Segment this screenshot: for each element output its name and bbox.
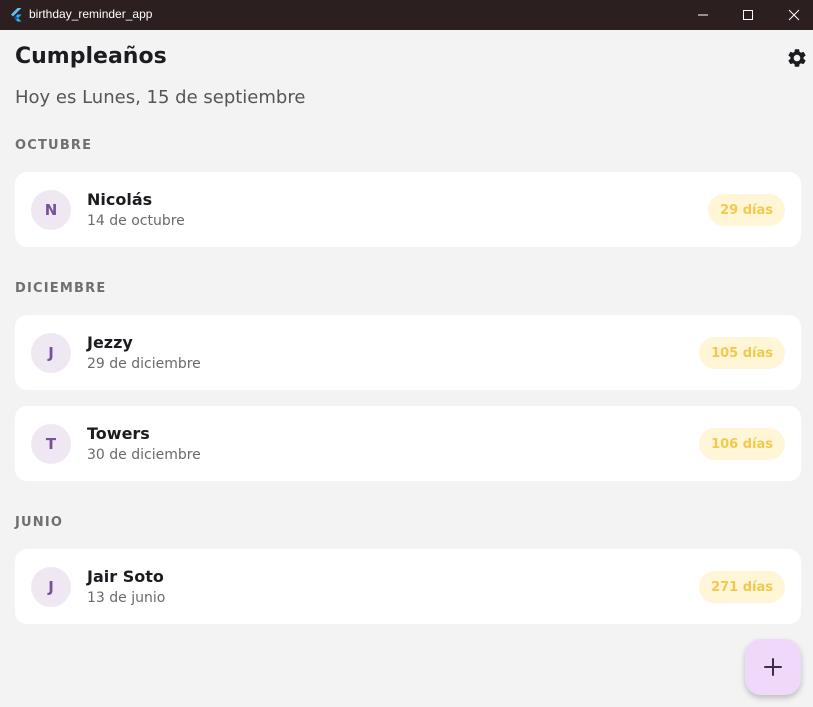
birthday-date: 30 de diciembre <box>87 447 201 463</box>
person-name: Towers <box>87 424 150 443</box>
days-remaining-badge: 106 días <box>699 428 785 460</box>
window-titlebar: birthday_reminder_app <box>0 0 813 30</box>
month-header-octubre: OCTUBRE <box>15 138 93 153</box>
page-title: Cumpleaños <box>15 44 167 69</box>
add-birthday-button[interactable] <box>745 639 801 695</box>
person-name: Nicolás <box>87 190 153 209</box>
birthday-date: 14 de octubre <box>87 213 185 229</box>
birthday-card-nicolas[interactable]: N Nicolás 14 de octubre 29 días <box>15 172 801 247</box>
birthday-card-towers[interactable]: T Towers 30 de diciembre 106 días <box>15 406 801 481</box>
minimize-icon <box>698 14 708 16</box>
avatar: T <box>31 424 71 464</box>
birthday-date: 13 de junio <box>87 590 166 606</box>
close-button[interactable] <box>771 0 813 30</box>
birthday-card-jair-soto[interactable]: J Jair Soto 13 de junio 271 días <box>15 549 801 624</box>
maximize-button[interactable] <box>725 0 771 30</box>
today-date: Hoy es Lunes, 15 de septiembre <box>15 87 306 108</box>
month-header-diciembre: DICIEMBRE <box>15 281 107 296</box>
flutter-icon <box>8 7 24 23</box>
plus-icon <box>764 658 782 676</box>
close-icon <box>788 9 800 21</box>
settings-button[interactable] <box>784 45 810 71</box>
avatar: J <box>31 567 71 607</box>
maximize-icon <box>743 10 753 20</box>
minimize-button[interactable] <box>680 0 726 30</box>
days-remaining-badge: 29 días <box>708 194 785 226</box>
person-name: Jair Soto <box>87 567 164 586</box>
window-title: birthday_reminder_app <box>29 7 153 21</box>
days-remaining-badge: 105 días <box>699 337 785 369</box>
avatar: J <box>31 333 71 373</box>
gear-icon <box>788 49 806 67</box>
month-header-junio: JUNIO <box>15 515 64 530</box>
birthday-card-jezzy[interactable]: J Jezzy 29 de diciembre 105 días <box>15 315 801 390</box>
birthday-date: 29 de diciembre <box>87 356 201 372</box>
avatar: N <box>31 190 71 230</box>
person-name: Jezzy <box>87 333 133 352</box>
days-remaining-badge: 271 días <box>699 571 785 603</box>
